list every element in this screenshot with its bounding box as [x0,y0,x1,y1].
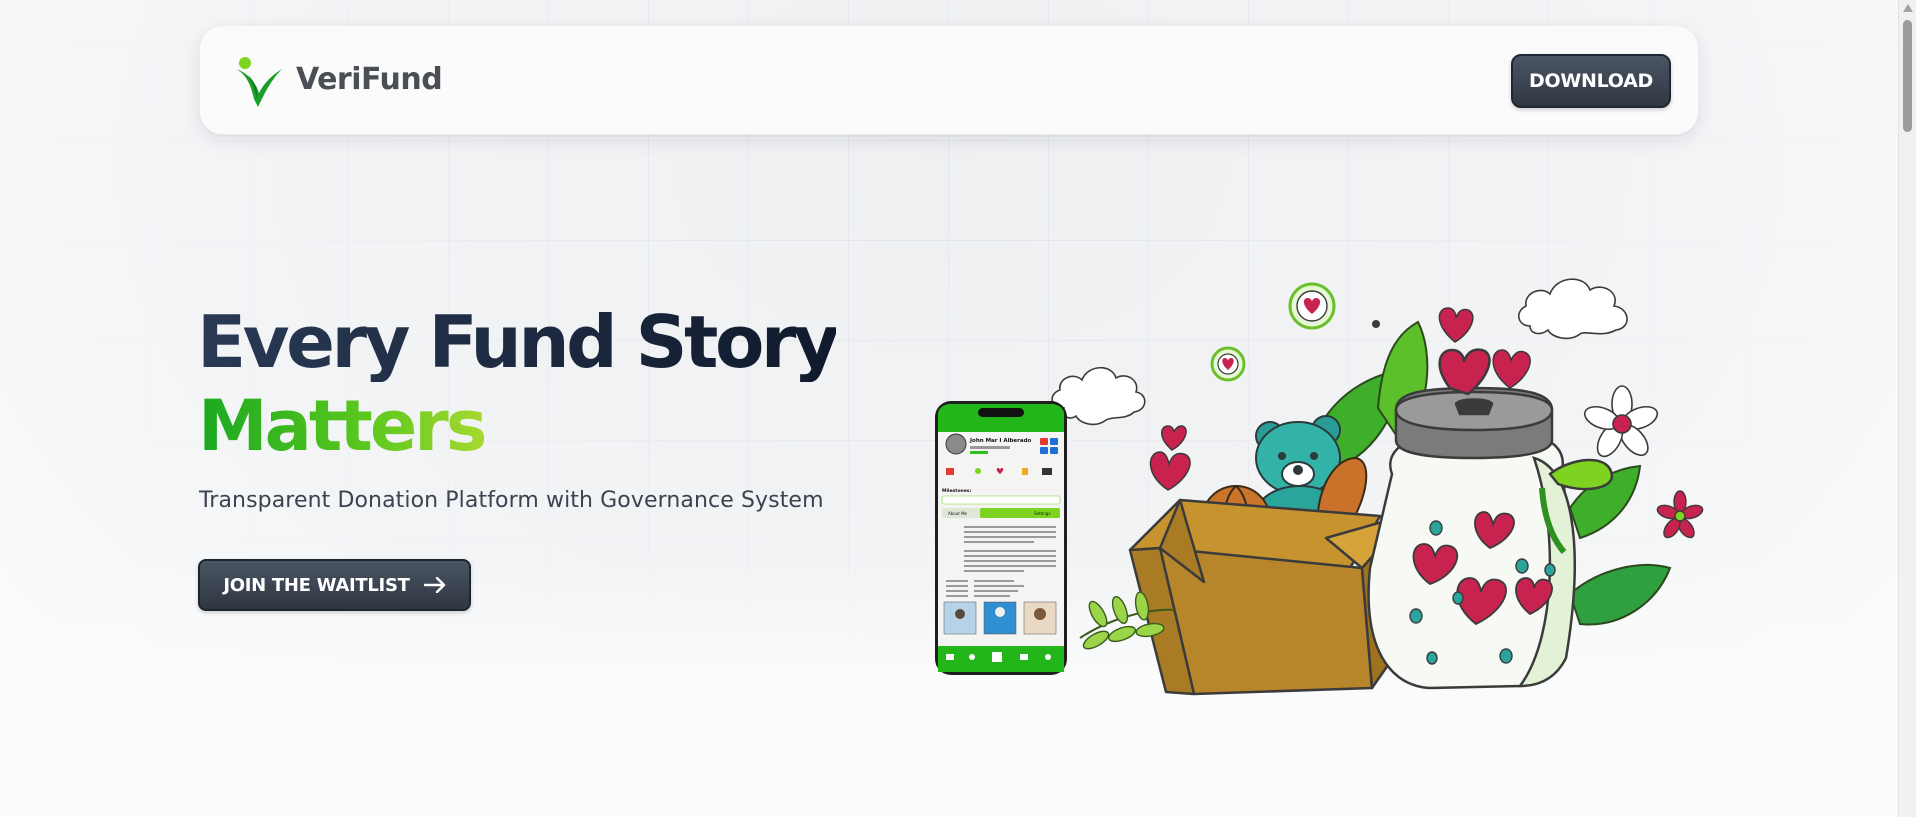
hero-subtitle: Transparent Donation Platform with Gover… [199,488,824,513]
join-waitlist-label: JOIN THE WAITLIST [223,574,410,596]
logo-icon[interactable] [234,55,284,107]
phone-profile-name: John Mar I Alberado [969,438,1032,444]
site-header: VeriFund DOWNLOAD [199,25,1699,135]
download-button[interactable]: DOWNLOAD [1511,54,1671,108]
flower-icon [1656,490,1704,539]
phone-mockup: John Mar I Alberado Milestones: About Me… [935,401,1067,675]
scroll-up-arrow-icon[interactable] [1903,4,1913,12]
heart-badge-icon [1288,282,1336,330]
phone-settings-tab: Settings [1034,511,1050,516]
heart-badge-icon [1210,346,1246,382]
arrow-right-icon [423,577,445,593]
brand-name[interactable]: VeriFund [296,62,443,97]
join-waitlist-button[interactable]: JOIN THE WAITLIST [198,559,471,611]
phone-about-tab: About Me [948,511,968,516]
cloud-icon [1518,278,1628,340]
scroll-thumb[interactable] [1903,20,1912,132]
hero-title-line2: Matters [198,385,487,467]
phone-milestones-label: Milestones: [942,488,971,494]
scrollbar[interactable] [1898,0,1916,817]
flower-icon [1583,385,1659,458]
hero-title-line1: Every Fund Story [197,300,840,384]
